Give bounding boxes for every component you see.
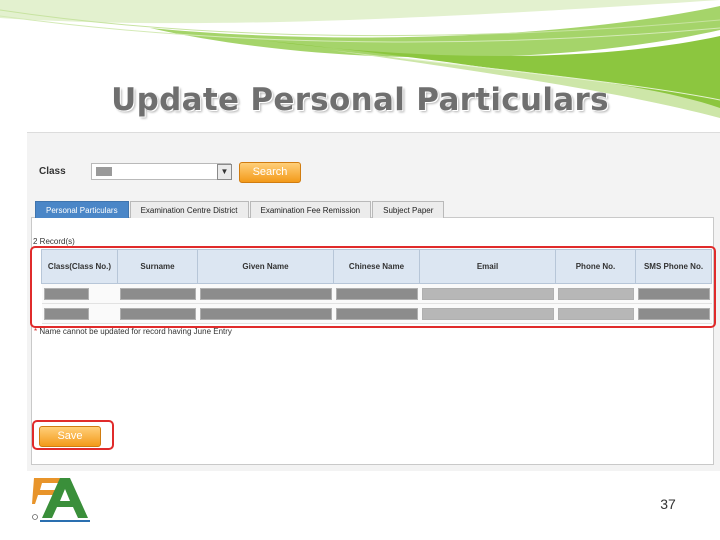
class-select-value: [96, 167, 112, 176]
note-asterisk: *: [34, 327, 38, 336]
page-number: 37: [660, 496, 676, 512]
name-note: * Name cannot be updated for record havi…: [34, 327, 232, 336]
chevron-down-icon[interactable]: ▼: [217, 164, 232, 180]
tab-bar: Personal Particulars Examination Centre …: [35, 201, 445, 218]
app-screenshot: Class ▼ Search Personal Particulars Exam…: [27, 132, 720, 471]
search-button[interactable]: Search: [239, 162, 301, 183]
hkeaa-logo-icon: [32, 478, 90, 522]
save-highlight-box: [32, 420, 114, 450]
tab-personal-particulars[interactable]: Personal Particulars: [35, 201, 129, 218]
table-highlight-box: [30, 246, 716, 328]
tab-examination-centre-district[interactable]: Examination Centre District: [129, 201, 249, 218]
tab-subject-paper[interactable]: Subject Paper: [372, 201, 445, 218]
tab-examination-fee-remission[interactable]: Examination Fee Remission: [249, 201, 372, 218]
class-label: Class: [39, 166, 66, 177]
note-text: Name cannot be updated for record having…: [39, 327, 232, 336]
class-select[interactable]: [91, 163, 231, 180]
record-count: 2 Record(s): [33, 237, 75, 246]
slide-title: Update Personal Particulars: [111, 82, 609, 118]
